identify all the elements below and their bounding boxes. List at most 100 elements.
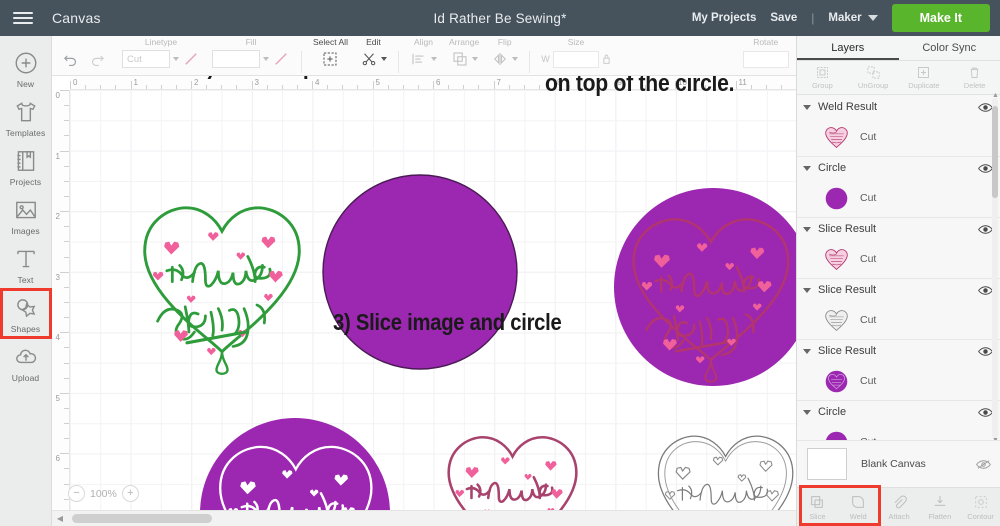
- layer-group[interactable]: Circle Cut: [797, 401, 1000, 440]
- sidebar-label-text: Text: [17, 275, 34, 285]
- fill-swatch-icon[interactable]: [272, 50, 290, 68]
- layers-scrollbar[interactable]: ▲ ▼: [992, 92, 999, 444]
- eye-icon[interactable]: [978, 102, 993, 113]
- machine-selector[interactable]: Maker: [828, 12, 878, 24]
- annotation-weld-image: 2) Weld Image and place on top of the ci…: [545, 76, 735, 98]
- chevron-down-icon[interactable]: [803, 287, 811, 293]
- eye-icon[interactable]: [978, 224, 993, 235]
- sidebar-item-shapes[interactable]: Shapes: [0, 288, 52, 339]
- sidebar-label-projects: Projects: [9, 177, 42, 187]
- chevron-down-icon: [173, 57, 179, 61]
- my-projects-link[interactable]: My Projects: [692, 12, 757, 24]
- layer-thumbnail-circle-purple[interactable]: [823, 429, 850, 441]
- eye-slash-icon[interactable]: [976, 459, 991, 470]
- tab-color-sync[interactable]: Color Sync: [899, 36, 1000, 60]
- layers-list[interactable]: Weld Result Cut Circle Cut Slice Result …: [797, 96, 1000, 440]
- zoom-controls[interactable]: − 100% +: [68, 485, 139, 502]
- zoom-in-button[interactable]: +: [121, 485, 139, 502]
- layer-thumbnail-heart-pink[interactable]: [823, 124, 850, 151]
- horizontal-scrollbar[interactable]: ◀: [52, 510, 796, 526]
- scroll-up-arrow[interactable]: ▲: [992, 92, 999, 99]
- slice-button[interactable]: Slice: [797, 494, 838, 521]
- sidebar-item-templates[interactable]: Templates: [1, 93, 51, 142]
- chevron-down-icon[interactable]: [803, 104, 811, 110]
- eye-icon[interactable]: [978, 346, 993, 357]
- layer-thumbnail-circle-purple-heart[interactable]: [823, 368, 850, 395]
- design-canvas[interactable]: 0123456789101112 01234567: [52, 76, 796, 526]
- linetype-swatch-icon[interactable]: [182, 50, 200, 68]
- tab-layers[interactable]: Layers: [797, 36, 899, 60]
- scrollbar-thumb[interactable]: [992, 106, 998, 198]
- undo-redo-group: [52, 52, 116, 75]
- hamburger-icon[interactable]: [0, 0, 46, 36]
- weld-button[interactable]: Weld: [838, 494, 879, 521]
- sidebar-item-projects[interactable]: Projects: [1, 142, 51, 191]
- layer-name: Circle: [818, 162, 847, 174]
- toolbar-group-fill[interactable]: Fill: [206, 35, 296, 75]
- duplicate-button[interactable]: Duplicate: [899, 65, 950, 90]
- edit-toolbar: Linetype Cut Fill Select All Edit Align …: [52, 36, 796, 76]
- save-button[interactable]: Save: [770, 12, 797, 24]
- eye-icon[interactable]: [978, 285, 993, 296]
- layer-thumbnail-circle-purple[interactable]: [823, 185, 850, 212]
- size-w-input[interactable]: [552, 50, 599, 68]
- layer-thumbnail-heart-pink[interactable]: [823, 246, 850, 273]
- scissors-icon[interactable]: [360, 50, 378, 68]
- attach-button[interactable]: Attach: [879, 494, 920, 521]
- layer-group[interactable]: Slice Result Cut: [797, 340, 1000, 401]
- toolbar-group-rotate[interactable]: Rotate: [737, 35, 795, 75]
- zoom-out-button[interactable]: −: [68, 485, 85, 502]
- arrange-icon[interactable]: [451, 50, 469, 68]
- flatten-label: Flatten: [928, 511, 952, 521]
- blank-canvas-row[interactable]: Blank Canvas: [797, 440, 1000, 487]
- chevron-down-icon[interactable]: [803, 226, 811, 232]
- blank-canvas-swatch[interactable]: [807, 448, 847, 480]
- toolbar-group-align[interactable]: Align: [404, 35, 443, 75]
- chevron-down-icon[interactable]: [803, 165, 811, 171]
- toolbar-group-arrange[interactable]: Arrange: [443, 35, 485, 75]
- toolbar-group-select-all[interactable]: Select All: [307, 35, 354, 75]
- align-icon[interactable]: [410, 50, 428, 68]
- delete-button[interactable]: Delete: [949, 65, 1000, 90]
- toolbar-group-edit[interactable]: Edit: [354, 35, 393, 75]
- toolbar-group-size[interactable]: Size W: [535, 35, 617, 75]
- sidebar-item-new[interactable]: New: [1, 44, 51, 93]
- layer-group[interactable]: Circle Cut: [797, 157, 1000, 218]
- top-bar-divider: |: [811, 11, 815, 25]
- flip-icon[interactable]: [491, 50, 509, 68]
- eye-icon[interactable]: [978, 163, 993, 174]
- contour-button[interactable]: Contour: [960, 494, 1000, 521]
- ungroup-button[interactable]: UnGroup: [848, 65, 899, 90]
- chevron-down-icon: [471, 57, 478, 61]
- layer-group[interactable]: Slice Result Cut: [797, 279, 1000, 340]
- sidebar-item-text[interactable]: Text: [1, 240, 51, 289]
- layer-group[interactable]: Slice Result Cut: [797, 218, 1000, 279]
- layer-thumbnail-heart-gray[interactable]: [823, 307, 850, 334]
- chevron-down-icon[interactable]: [803, 409, 811, 415]
- chevron-down-icon[interactable]: [803, 348, 811, 354]
- annotation-add-shape: 1) Add Shape: [196, 76, 327, 79]
- lock-icon[interactable]: [602, 52, 611, 66]
- redo-icon[interactable]: [89, 52, 106, 69]
- undo-icon[interactable]: [62, 52, 79, 69]
- flatten-button[interactable]: Flatten: [919, 494, 960, 521]
- panel-tabs: Layers Color Sync: [797, 36, 1000, 61]
- eye-icon[interactable]: [978, 407, 993, 418]
- toolbar-group-linetype[interactable]: Linetype Cut: [116, 35, 206, 75]
- select-all-icon[interactable]: [321, 50, 339, 68]
- sidebar-label-images: Images: [11, 226, 40, 236]
- horizontal-scroll-thumb[interactable]: [72, 514, 212, 523]
- fill-select[interactable]: [212, 50, 260, 68]
- scroll-left-arrow[interactable]: ◀: [52, 514, 68, 523]
- sidebar-item-images[interactable]: Images: [1, 191, 51, 240]
- group-button[interactable]: Group: [797, 65, 848, 90]
- rotate-input[interactable]: [742, 50, 789, 68]
- toolbar-group-flip[interactable]: Flip: [485, 35, 524, 75]
- layer-group[interactable]: Weld Result Cut: [797, 96, 1000, 157]
- delete-label: Delete: [963, 81, 986, 90]
- make-it-button[interactable]: Make It: [891, 4, 990, 32]
- annotation-slice-image: 3) Slice image and circle: [333, 309, 562, 335]
- linetype-select[interactable]: Cut: [122, 50, 170, 68]
- sidebar-item-upload[interactable]: Upload: [1, 338, 51, 387]
- paperclip-icon: [894, 495, 907, 508]
